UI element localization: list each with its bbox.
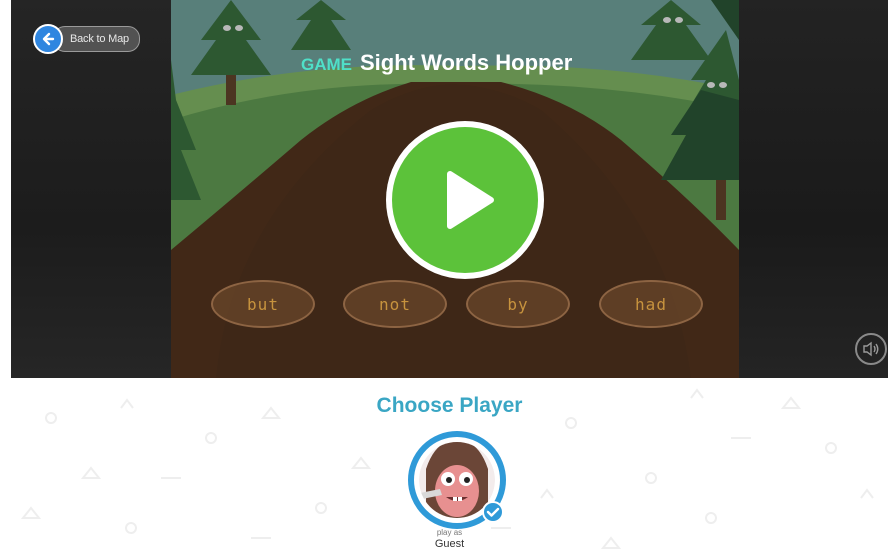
- sound-toggle-button[interactable]: [855, 333, 887, 365]
- right-backdrop: [739, 0, 888, 378]
- player-panel: Choose Player play as Guest: [11, 378, 888, 557]
- game-stage: Back to Map GAME Sight Words Hopper but …: [11, 0, 888, 378]
- guest-name: Guest: [434, 538, 465, 550]
- word-pad: but: [211, 280, 315, 328]
- back-to-map-button[interactable]: Back to Map: [33, 24, 140, 54]
- choose-player-heading: Choose Player: [376, 394, 523, 417]
- word-pad: not: [343, 280, 447, 328]
- play-icon: [392, 127, 538, 273]
- arrow-left-icon: [33, 24, 63, 54]
- guest-avatar-button[interactable]: [406, 429, 508, 531]
- game-title: GAME Sight Words Hopper: [301, 50, 572, 76]
- left-backdrop: [11, 0, 171, 378]
- game-name: Sight Words Hopper: [360, 50, 573, 75]
- speaker-icon: [863, 341, 879, 357]
- back-to-map-label: Back to Map: [53, 26, 140, 52]
- word-pad: by: [466, 280, 570, 328]
- play-as-label: play as: [436, 528, 463, 537]
- game-tag: GAME: [301, 55, 352, 74]
- word-pad: had: [599, 280, 703, 328]
- play-button[interactable]: [386, 121, 544, 279]
- checkmark-badge-icon: [482, 501, 504, 523]
